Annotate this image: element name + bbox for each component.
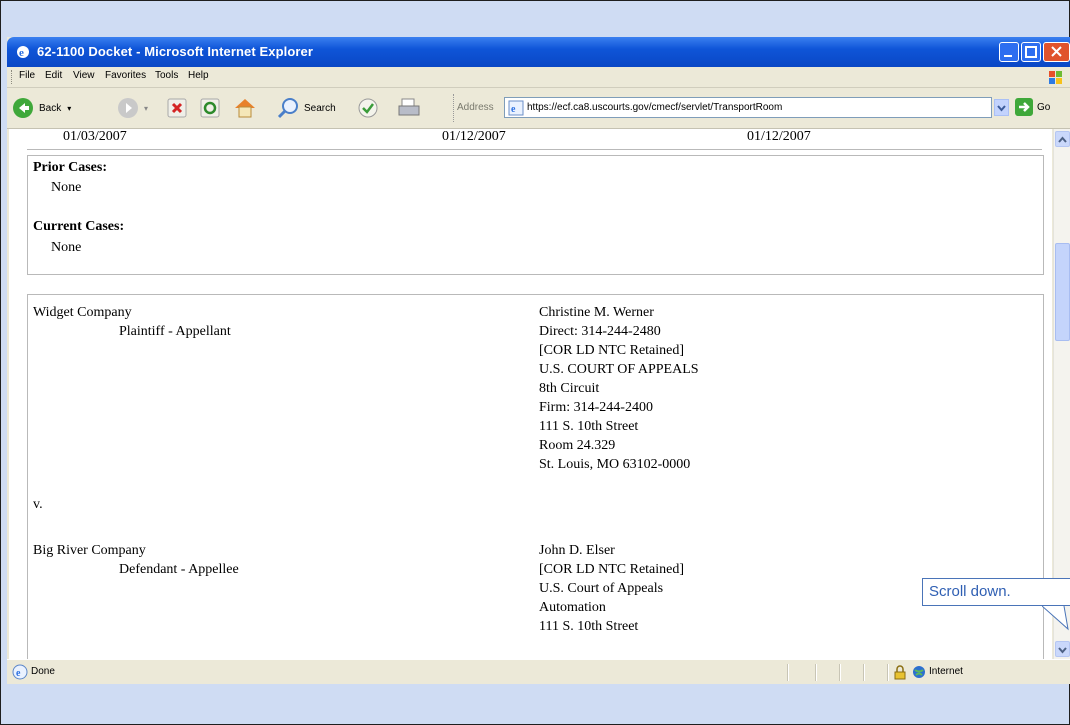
party-2-role: Defendant - Appellee xyxy=(119,562,239,577)
counsel-2-line: U.S. Court of Appeals xyxy=(539,581,664,596)
status-separator xyxy=(815,664,817,681)
counsel-2-line: Automation xyxy=(539,600,606,615)
counsel-2-line: John D. Elser xyxy=(539,543,615,558)
page-content: 01/03/2007 01/12/2007 01/12/2007 Prior C… xyxy=(9,129,1052,659)
minimize-button[interactable] xyxy=(999,42,1019,62)
chevron-down-icon xyxy=(1058,647,1067,654)
party-1-role: Plaintiff - Appellant xyxy=(119,324,231,339)
party-2-name: Big River Company xyxy=(33,543,146,558)
counsel-1-line: Room 24.329 xyxy=(539,438,616,453)
counsel-2-line: [COR LD NTC Retained] xyxy=(539,562,685,577)
counsel-1-line: St. Louis, MO 63102-0000 xyxy=(539,457,691,472)
lock-icon xyxy=(894,665,906,680)
svg-text:e: e xyxy=(511,104,516,115)
scroll-down-button[interactable] xyxy=(1055,641,1070,657)
counsel-1-line: Direct: 314-244-2480 xyxy=(539,324,661,339)
menu-help[interactable]: Help xyxy=(188,70,209,81)
callout-pointer xyxy=(1042,605,1069,631)
status-separator xyxy=(787,664,789,681)
menu-view[interactable]: View xyxy=(73,70,95,81)
address-url: https://ecf.ca8.uscourts.gov/cmecf/servl… xyxy=(527,102,783,113)
current-cases-value: None xyxy=(51,240,82,255)
page-icon: e xyxy=(508,100,524,116)
address-dropdown-button[interactable] xyxy=(994,99,1009,116)
counsel-1-line: Firm: 314-244-2400 xyxy=(539,400,653,415)
back-button[interactable]: Back ▾ xyxy=(12,96,71,120)
go-button[interactable]: Go xyxy=(1015,98,1050,116)
callout-text: Scroll down. xyxy=(929,583,1011,600)
svg-text:e: e xyxy=(19,47,24,59)
counsel-2-line: 111 S. 10th Street xyxy=(539,619,639,634)
refresh-icon xyxy=(200,98,220,118)
divider xyxy=(27,149,1042,150)
forward-arrow-icon xyxy=(118,98,138,118)
printer-icon xyxy=(398,98,420,116)
address-input[interactable]: e https://ecf.ca8.uscourts.gov/cmecf/ser… xyxy=(504,97,992,118)
counsel-1-line: 8th Circuit xyxy=(539,381,600,396)
home-icon xyxy=(235,99,255,118)
ie-icon: e xyxy=(17,46,29,59)
scroll-thumb[interactable] xyxy=(1055,243,1070,341)
address-label: Address xyxy=(457,102,494,113)
refresh-button[interactable] xyxy=(200,96,220,120)
search-button[interactable]: Search xyxy=(277,96,336,120)
close-button[interactable] xyxy=(1043,42,1070,62)
maximize-button[interactable] xyxy=(1021,42,1041,62)
title-bar[interactable]: e 62-1100 Docket - Microsoft Internet Ex… xyxy=(7,37,1070,67)
favorites-icon xyxy=(358,98,378,118)
menu-edit[interactable]: Edit xyxy=(45,70,62,81)
status-bar: e Done Internet xyxy=(7,659,1070,684)
browser-window: e 62-1100 Docket - Microsoft Internet Ex… xyxy=(7,37,1070,684)
window-title: 62-1100 Docket - Microsoft Internet Expl… xyxy=(37,44,314,59)
menu-bar: File Edit View Favorites Tools Help xyxy=(7,67,1070,88)
zone-label: Internet xyxy=(929,666,963,677)
back-arrow-icon xyxy=(13,98,33,118)
menu-grip xyxy=(11,70,15,84)
favorites-button[interactable] xyxy=(357,96,379,120)
date-2: 01/12/2007 xyxy=(442,129,506,144)
status-separator xyxy=(863,664,865,681)
home-button[interactable] xyxy=(233,96,257,120)
party-1-name: Widget Company xyxy=(33,305,132,320)
back-label: Back xyxy=(39,102,62,114)
internet-globe-icon xyxy=(913,666,925,678)
prior-cases-heading: Prior Cases: xyxy=(33,160,107,175)
versus-text: v. xyxy=(33,497,43,512)
forward-dropdown-icon[interactable]: ▾ xyxy=(144,104,148,113)
parties-box xyxy=(27,294,1044,659)
cases-box xyxy=(27,155,1044,275)
svg-text:e: e xyxy=(16,668,21,679)
search-label: Search xyxy=(304,102,336,114)
back-dropdown-icon[interactable]: ▾ xyxy=(67,104,71,113)
date-1: 01/03/2007 xyxy=(63,129,127,144)
chevron-down-icon xyxy=(997,105,1006,112)
status-text: Done xyxy=(31,666,55,677)
status-separator xyxy=(839,664,841,681)
stop-icon xyxy=(167,98,187,118)
status-separator xyxy=(887,664,889,681)
menu-file[interactable]: File xyxy=(19,70,35,81)
counsel-1-line: [COR LD NTC Retained] xyxy=(539,343,685,358)
forward-button[interactable]: ▾ xyxy=(117,96,148,120)
print-button[interactable] xyxy=(397,96,421,120)
date-3: 01/12/2007 xyxy=(747,129,811,144)
counsel-1-line: U.S. COURT OF APPEALS xyxy=(539,362,699,377)
address-bar: Address e https://ecf.ca8.uscourts.gov/c… xyxy=(452,96,1070,120)
counsel-1-line: Christine M. Werner xyxy=(539,305,654,320)
scroll-down-callout: Scroll down. xyxy=(922,578,1070,606)
scroll-up-button[interactable] xyxy=(1055,131,1070,147)
current-cases-heading: Current Cases: xyxy=(33,219,125,234)
counsel-1-line: 111 S. 10th Street xyxy=(539,419,639,434)
go-arrow-icon xyxy=(1015,98,1033,116)
search-icon xyxy=(277,98,298,119)
chevron-up-icon xyxy=(1058,136,1067,143)
ie-page-icon: e xyxy=(12,664,28,680)
prior-cases-value: None xyxy=(51,180,82,195)
menu-favorites[interactable]: Favorites xyxy=(105,70,146,81)
windows-logo-icon xyxy=(1049,71,1062,84)
go-label: Go xyxy=(1037,101,1051,113)
menu-tools[interactable]: Tools xyxy=(155,70,178,81)
stop-button[interactable] xyxy=(167,96,187,120)
